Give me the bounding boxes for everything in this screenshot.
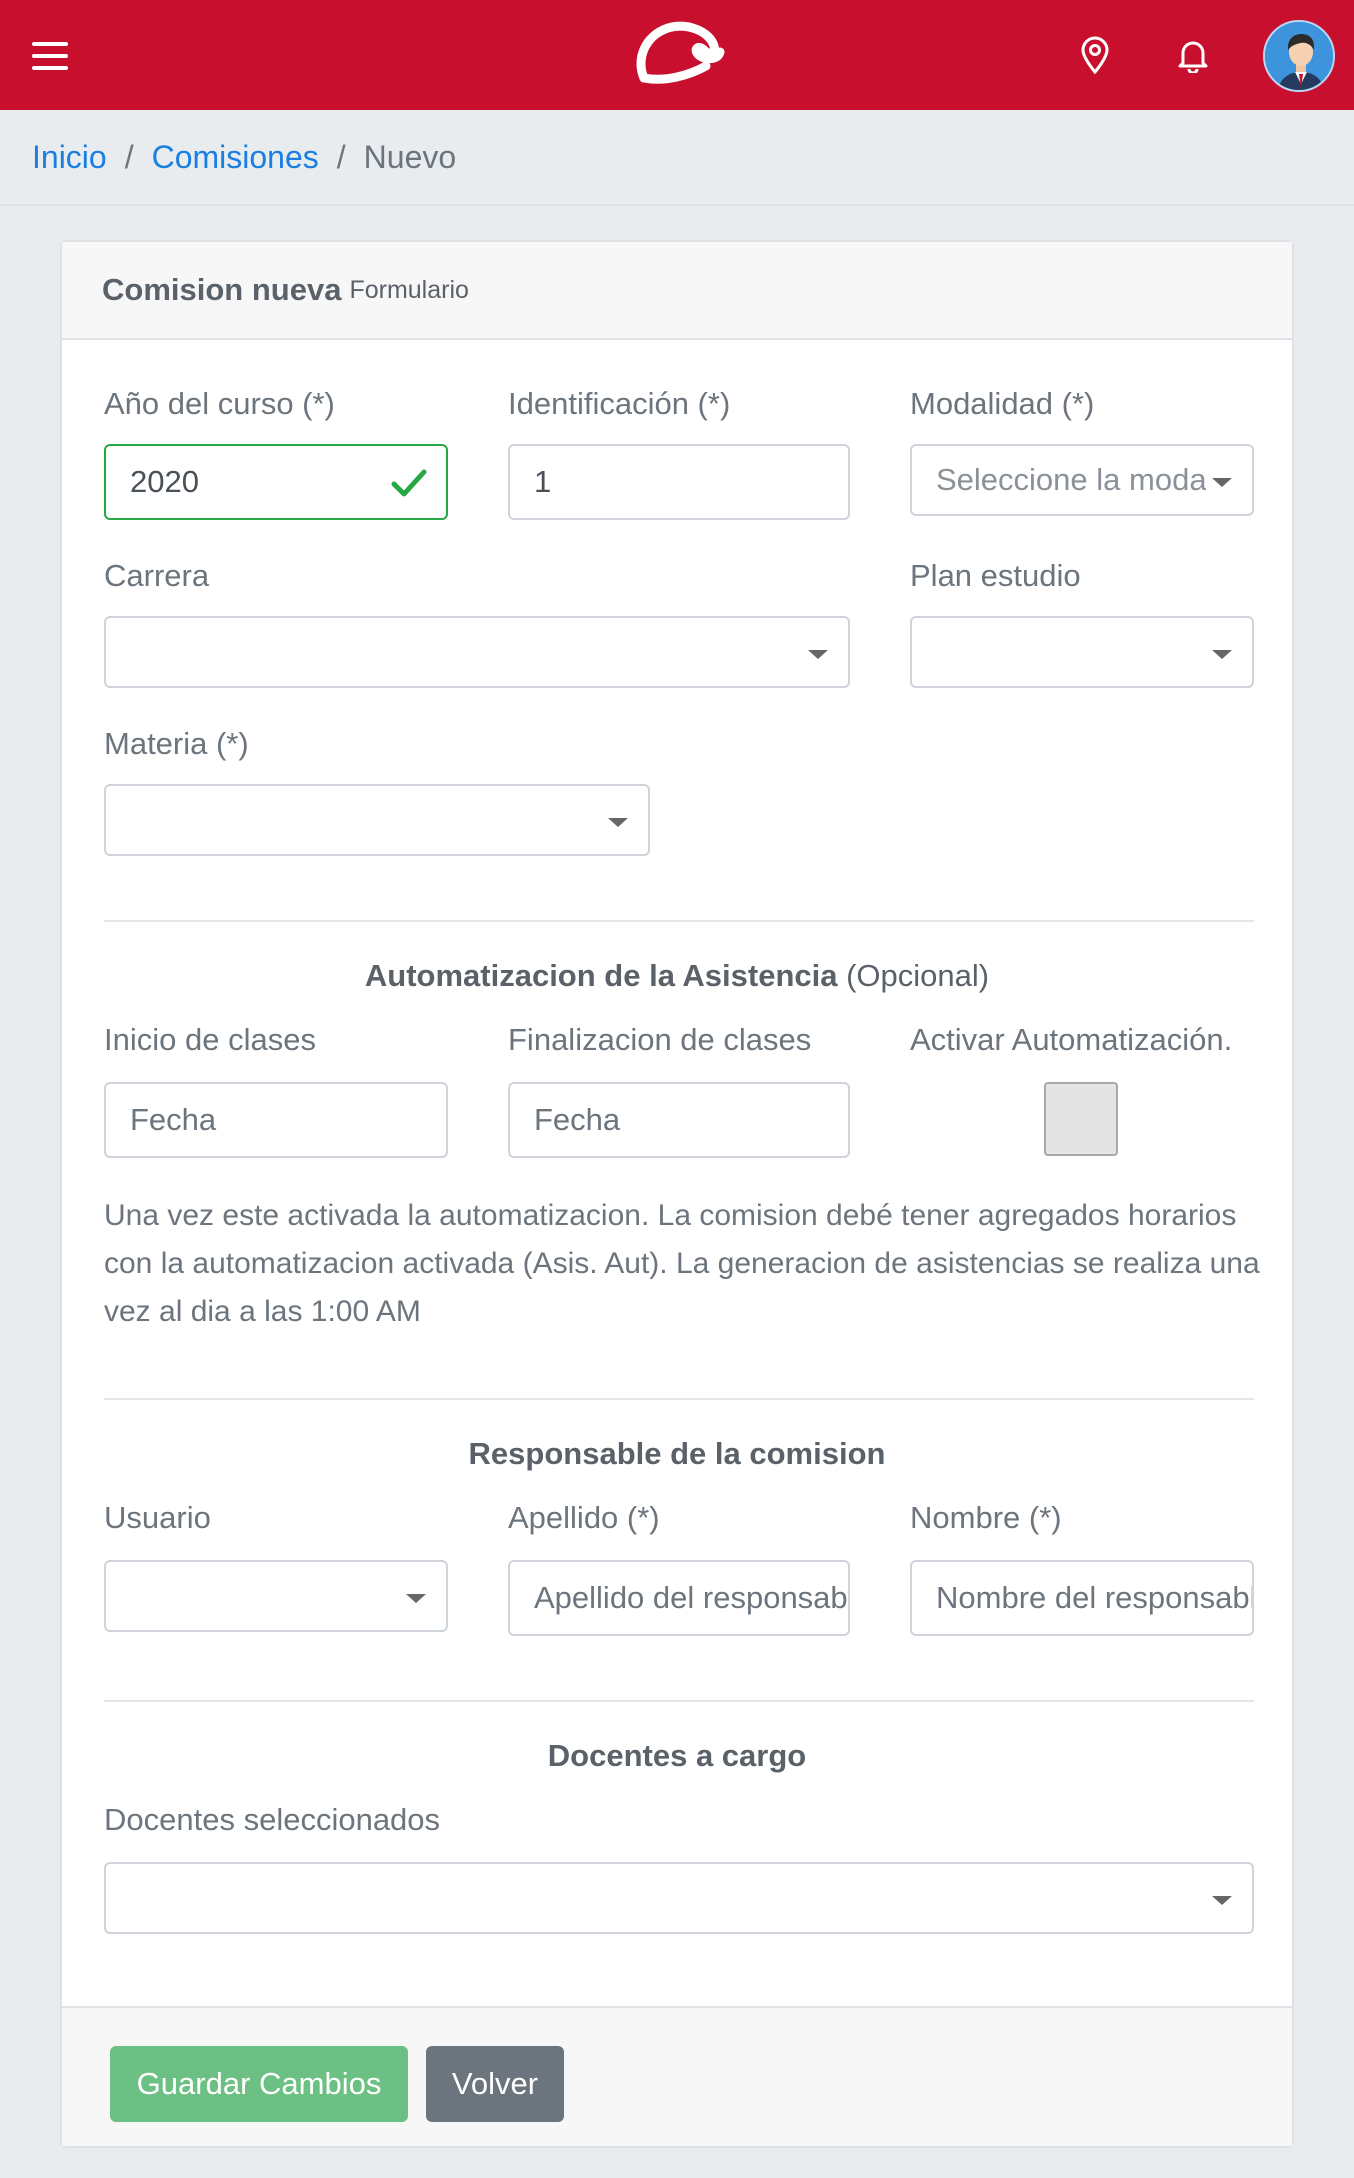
card-header: Comision nueva Formulario xyxy=(62,242,1292,340)
save-button[interactable]: Guardar Cambios xyxy=(110,2046,408,2122)
app-logo-icon[interactable] xyxy=(628,18,728,88)
breadcrumb-inicio-link[interactable]: Inicio xyxy=(32,139,107,176)
inicio-placeholder: Fecha xyxy=(130,1102,217,1137)
apellido-label: Apellido (*) xyxy=(508,1500,660,1535)
usuario-label: Usuario xyxy=(104,1500,211,1535)
apellido-input[interactable]: Apellido del responsable xyxy=(508,1560,850,1636)
identificacion-label: Identificación (*) xyxy=(508,386,731,421)
card-title: Comision nueva xyxy=(102,272,342,307)
inicio-date-input[interactable]: Fecha xyxy=(104,1082,448,1158)
nombre-label: Nombre (*) xyxy=(910,1500,1062,1535)
nombre-placeholder: Nombre del responsable xyxy=(936,1580,1254,1615)
location-pin-icon[interactable] xyxy=(1070,28,1120,82)
inicio-label: Inicio de clases xyxy=(104,1022,316,1057)
apellido-placeholder: Apellido del responsable xyxy=(534,1580,850,1615)
docentes-title: Docentes a cargo xyxy=(547,1738,807,1773)
usuario-select[interactable] xyxy=(104,1560,448,1632)
divider xyxy=(104,920,1254,922)
asistencia-section-title: Automatizacion de la Asistencia (Opciona… xyxy=(62,958,1292,994)
asistencia-title-suffix: (Opcional) xyxy=(846,958,990,993)
divider xyxy=(104,1700,1254,1702)
automatizacion-help-text: Una vez este activada la automatizacion.… xyxy=(104,1199,1260,1328)
responsable-title: Responsable de la comision xyxy=(468,1436,886,1471)
fin-date-input[interactable]: Fecha xyxy=(508,1082,850,1158)
modalidad-label: Modalidad (*) xyxy=(910,386,1095,421)
back-button[interactable]: Volver xyxy=(426,2046,564,2122)
breadcrumb-separator: / xyxy=(124,138,134,175)
responsable-section-title: Responsable de la comision xyxy=(62,1436,1292,1472)
top-navbar xyxy=(0,0,1354,110)
anio-label: Año del curso (*) xyxy=(104,386,335,421)
plan-select[interactable] xyxy=(910,616,1254,688)
card-subtitle: Formulario xyxy=(349,275,469,304)
breadcrumb-separator: / xyxy=(336,138,346,175)
chevron-down-icon xyxy=(1212,650,1232,659)
activar-automatizacion-checkbox[interactable] xyxy=(1044,1082,1118,1156)
breadcrumb-comisiones-link[interactable]: Comisiones xyxy=(152,139,319,176)
modalidad-select[interactable]: Seleccione la modalidad xyxy=(910,444,1254,516)
fin-label: Finalizacion de clases xyxy=(508,1022,812,1057)
breadcrumb-current: Nuevo xyxy=(363,138,457,175)
hamburger-menu-icon[interactable] xyxy=(24,30,76,82)
card-footer: Guardar Cambios Volver xyxy=(62,2006,1292,2146)
docentes-label: Docentes seleccionados xyxy=(104,1802,441,1837)
valid-check-icon xyxy=(391,469,427,497)
plan-label: Plan estudio xyxy=(910,558,1081,593)
anio-input[interactable]: 2020 xyxy=(104,444,448,520)
fin-placeholder: Fecha xyxy=(534,1102,621,1137)
materia-select[interactable] xyxy=(104,784,650,856)
identificacion-value: 1 xyxy=(534,464,552,499)
chevron-down-icon xyxy=(1212,478,1232,487)
carrera-select[interactable] xyxy=(104,616,850,688)
anio-value: 2020 xyxy=(130,464,199,499)
modalidad-placeholder: Seleccione la modalidad xyxy=(936,462,1206,497)
form-card: Comision nueva Formulario Año del curso … xyxy=(60,240,1294,2148)
chevron-down-icon xyxy=(608,818,628,827)
docentes-section-title: Docentes a cargo xyxy=(62,1738,1292,1774)
materia-label: Materia (*) xyxy=(104,726,249,761)
docentes-select[interactable] xyxy=(104,1862,1254,1934)
activar-label: Activar Automatización. xyxy=(910,1022,1233,1057)
user-avatar[interactable] xyxy=(1263,20,1335,92)
nombre-input[interactable]: Nombre del responsable xyxy=(910,1560,1254,1636)
breadcrumb: Inicio / Comisiones / Nuevo xyxy=(0,110,1354,206)
chevron-down-icon xyxy=(406,1594,426,1603)
bell-icon[interactable] xyxy=(1168,28,1218,82)
chevron-down-icon xyxy=(808,650,828,659)
chevron-down-icon xyxy=(1212,1896,1232,1905)
asistencia-title: Automatizacion de la Asistencia xyxy=(364,958,838,993)
identificacion-input[interactable]: 1 xyxy=(508,444,850,520)
carrera-label: Carrera xyxy=(104,558,210,593)
divider xyxy=(104,1398,1254,1400)
